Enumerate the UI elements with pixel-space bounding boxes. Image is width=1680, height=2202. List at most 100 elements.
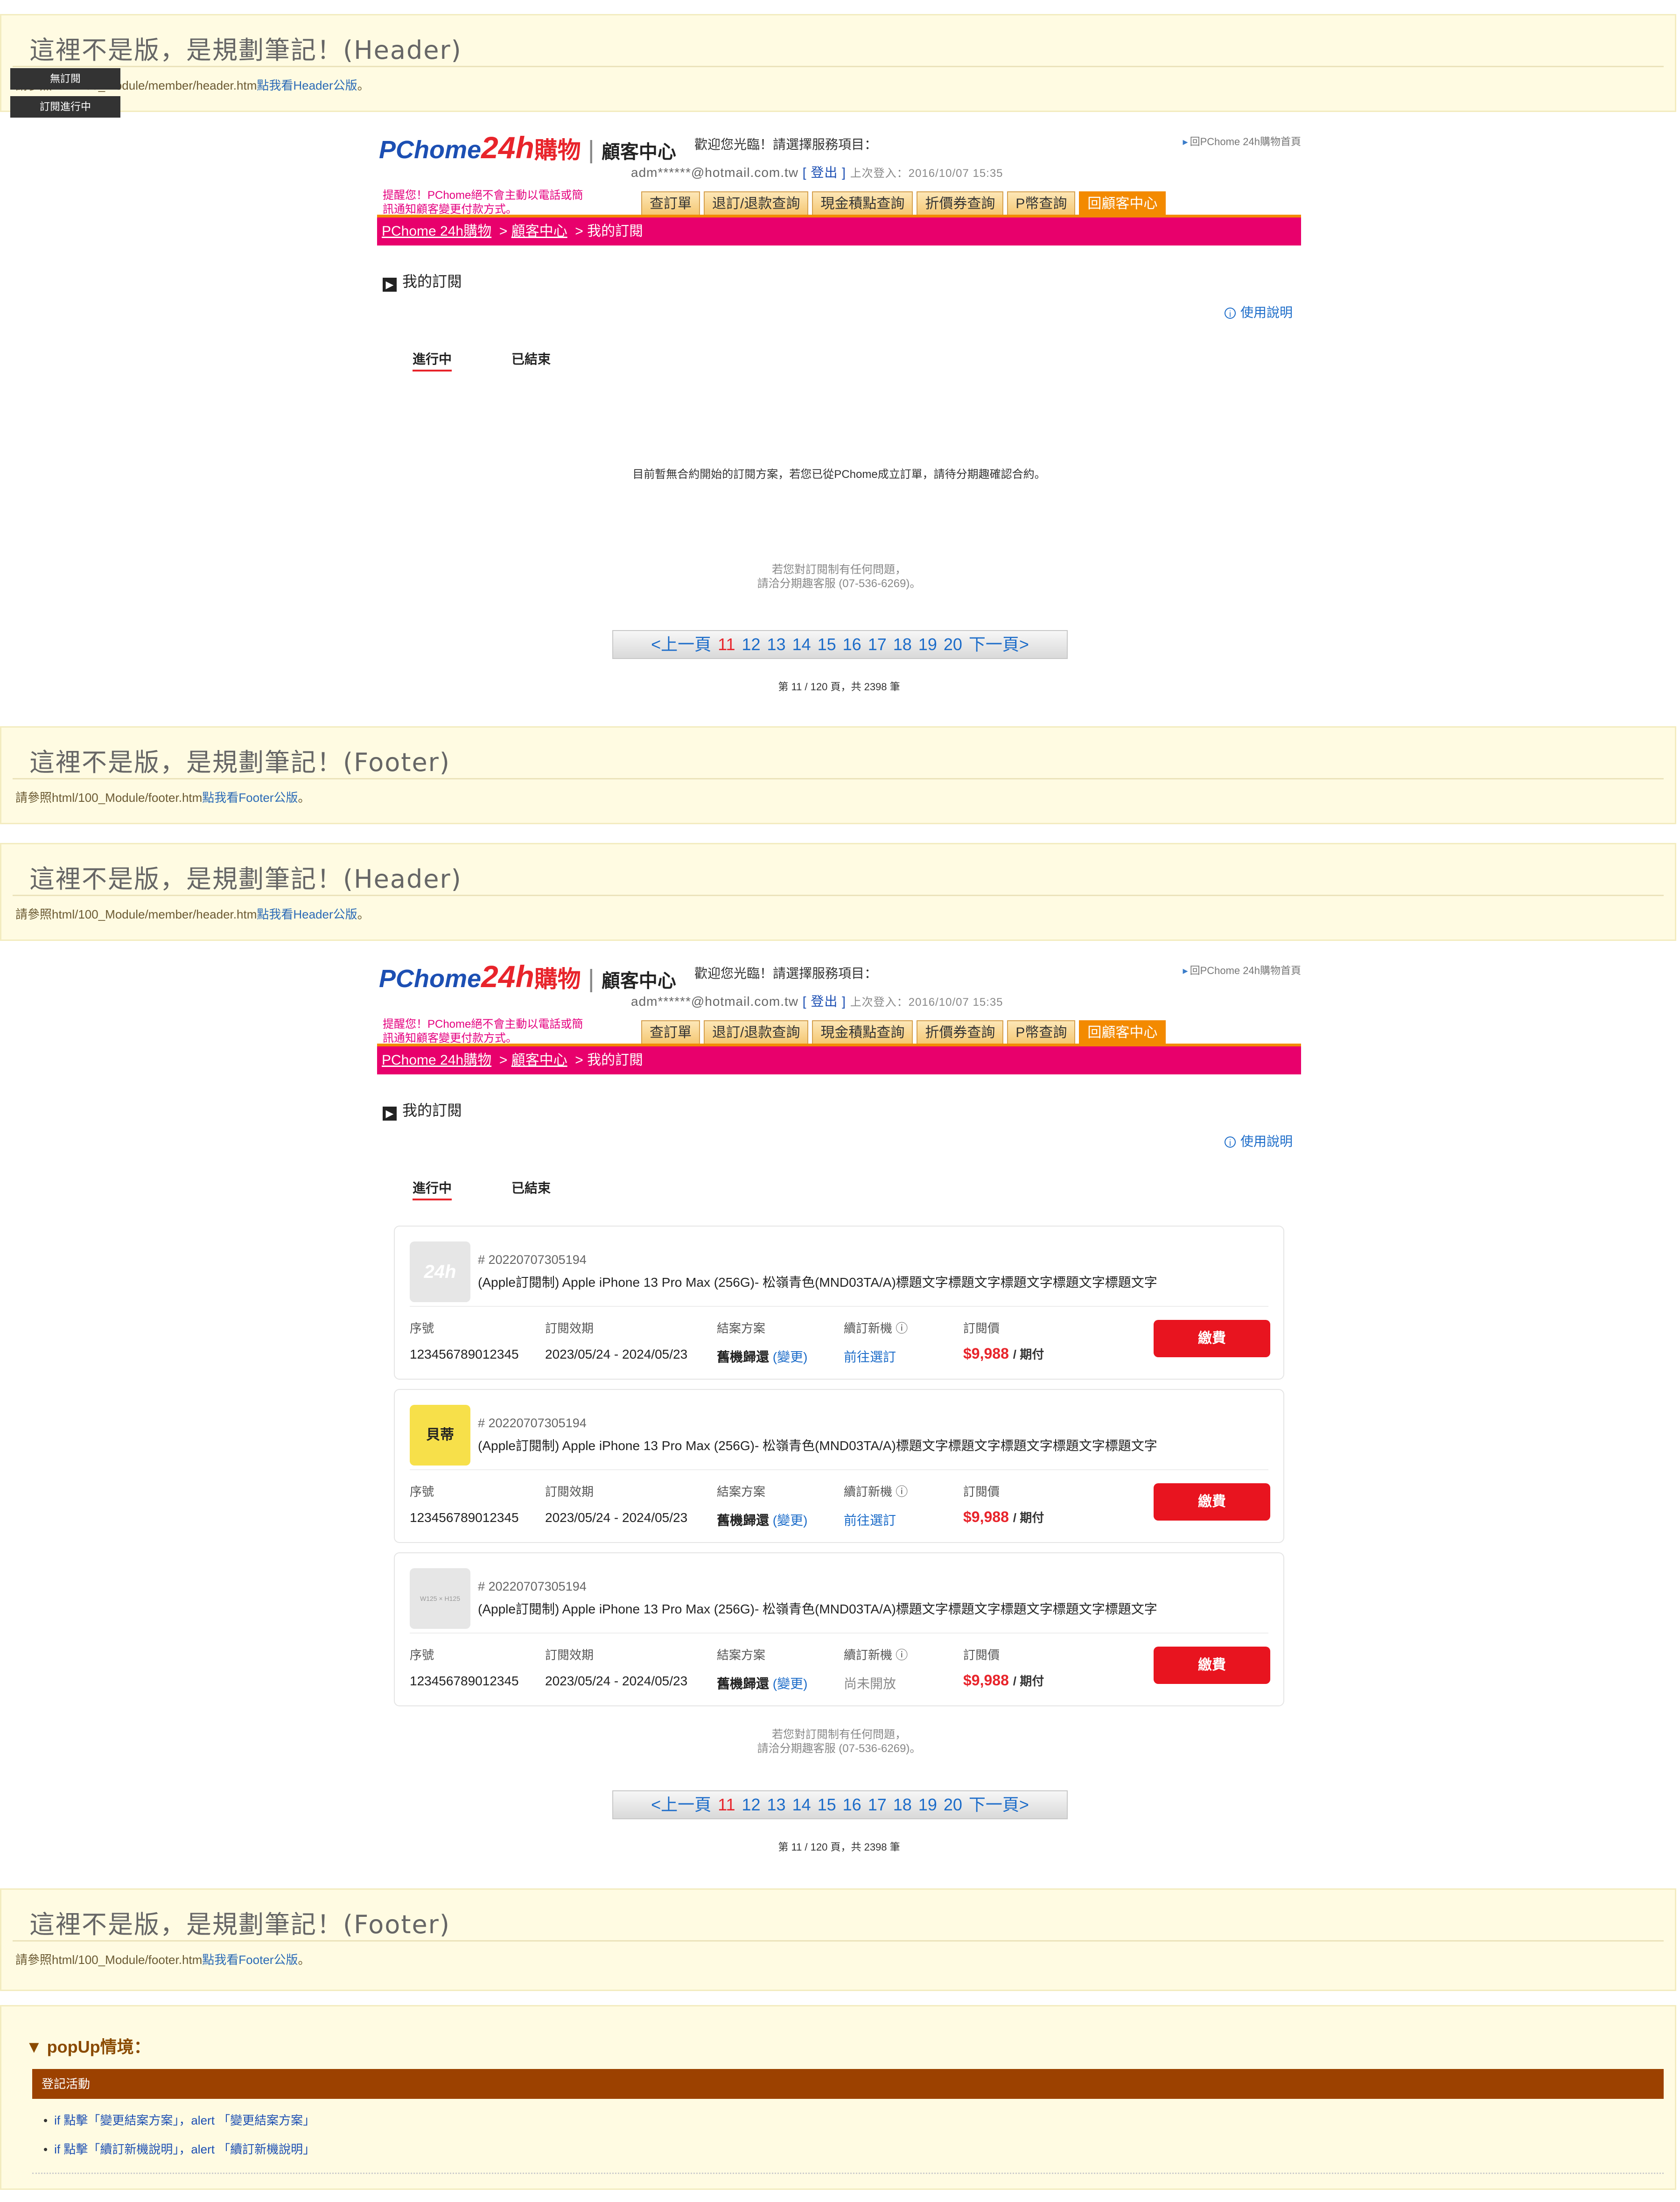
pager-page[interactable]: 16 [843,635,861,654]
divider [13,66,1664,67]
header-template-link[interactable]: 點我看Header公版 [257,78,357,92]
renew-link[interactable]: 前往選訂 [844,1513,896,1528]
pager-prev[interactable]: <上一頁 [651,1795,711,1814]
footer-template-link[interactable]: 點我看Footer公版 [202,791,298,805]
tab-pcoin[interactable]: P幣查詢 [1007,191,1076,215]
pay-button[interactable]: 繳費 [1154,1647,1270,1684]
pay-button[interactable]: 繳費 [1154,1483,1270,1521]
logout-link[interactable]: [ 登出 ] [803,994,846,1009]
popup-title[interactable]: ▼ popUp情境： [26,2034,151,2058]
planning-note-header: 這裡不是版，是規劃筆記！(Header) 請參照html/100_Module/… [0,843,1676,941]
tab-points[interactable]: 現金積點查詢 [812,191,913,215]
tab-refunds[interactable]: 退訂/退款查詢 [704,1020,809,1044]
tab-customer-center[interactable]: 回顧客中心 [1079,1020,1166,1044]
serial-value: 123456789012345 [410,1347,519,1361]
pager-page[interactable]: 14 [792,1795,811,1814]
popup-section-bar: 登記活動 [32,2069,1664,2099]
page-info: 第 11 / 120 頁，共 2398 筆 [778,681,900,693]
home-link[interactable]: 回PChome 24h購物首頁 [1183,133,1301,148]
label-plan: 結案方案 [717,1321,766,1335]
pager-page[interactable]: 12 [742,635,760,654]
product-thumbnail[interactable]: W125 × H125 [410,1568,470,1629]
pager-page[interactable]: 12 [742,1795,760,1814]
change-plan-link[interactable]: (變更) [773,1350,808,1364]
info-icon[interactable]: ⓘ [896,1321,908,1335]
home-link[interactable]: 回PChome 24h購物首頁 [1183,962,1301,977]
label-plan: 結案方案 [717,1648,766,1662]
planning-note-footer: 這裡不是版，是規劃筆記！(Footer) 請參照html/100_Module/… [0,726,1676,824]
breadcrumb-home[interactable]: PChome 24h購物 [382,1052,491,1068]
pager-page[interactable]: 16 [843,1795,861,1814]
help-link[interactable]: i 使用說明 [1224,302,1293,321]
product-name[interactable]: (Apple訂閱制) Apple iPhone 13 Pro Max (256G… [478,1272,1157,1291]
contact-info: 若您對訂閱制有任何問題， 請洽分期趣客服 (07-536-6269)。 [757,563,921,590]
pager-next[interactable]: 下一頁> [969,635,1029,654]
pchome-logo[interactable]: PChome24h購物 | 顧客中心 [379,959,676,994]
product-thumbnail[interactable]: 貝蒂 [410,1405,470,1466]
pager-page[interactable]: 13 [767,1795,786,1814]
pay-button[interactable]: 繳費 [1154,1320,1270,1357]
order-card: W125 × H125 # 20220707305194 (Apple訂閱制) … [394,1552,1284,1706]
empty-message: 目前暫無合約開始的訂閱方案，若您已從PChome成立訂單，請待分期趣確認合約。 [632,468,1046,481]
breadcrumb-center[interactable]: 顧客中心 [511,224,567,239]
info-icon[interactable]: ⓘ [896,1648,908,1662]
header-template-link[interactable]: 點我看Header公版 [257,907,357,921]
change-plan-link[interactable]: (變更) [773,1676,808,1691]
pager-page[interactable]: 13 [767,635,786,654]
pager-next[interactable]: 下一頁> [969,1795,1029,1814]
tab-refunds[interactable]: 退訂/退款查詢 [704,191,809,215]
pager-page[interactable]: 14 [792,635,811,654]
label-serial: 序號 [410,1321,434,1335]
pager-page[interactable]: 15 [818,1795,836,1814]
pager-page[interactable]: 18 [893,1795,912,1814]
pager-current[interactable]: 11 [718,635,735,654]
breadcrumb-center[interactable]: 顧客中心 [511,1052,567,1068]
popup-item[interactable]: if 點擊「續訂新機說明」，alert 「續訂新機說明」 [43,2140,315,2157]
pager-page[interactable]: 17 [868,1795,887,1814]
label-price: 訂閱價 [963,1648,1000,1662]
pager-page[interactable]: 17 [868,635,887,654]
tab-points[interactable]: 現金積點查詢 [812,1020,913,1044]
change-plan-link[interactable]: (變更) [773,1513,808,1528]
subtab-ended[interactable]: 已結束 [511,349,551,368]
arrow-icon: ▶ [383,1107,397,1121]
divider [410,1633,1268,1634]
renew-link[interactable]: 前往選訂 [844,1350,896,1364]
subtab-active[interactable]: 進行中 [413,1178,452,1200]
order-card: 24h # 20220707305194 (Apple訂閱制) Apple iP… [394,1226,1284,1380]
subtab-active[interactable]: 進行中 [413,349,452,372]
pchome-logo[interactable]: PChome24h購物 | 顧客中心 [379,130,676,165]
info-icon: i [1224,308,1236,319]
tab-coupons[interactable]: 折價券查詢 [917,191,1004,215]
pager-page[interactable]: 18 [893,635,912,654]
product-thumbnail[interactable]: 24h [410,1241,470,1302]
account-info: adm******@hotmail.com.tw [ 登出 ] 上次登入：201… [631,994,1003,1009]
tab-orders[interactable]: 查訂單 [641,191,700,215]
tab-orders[interactable]: 查訂單 [641,1020,700,1044]
help-link[interactable]: i 使用說明 [1224,1131,1293,1150]
tab-coupons[interactable]: 折價券查詢 [917,1020,1004,1044]
popup-item[interactable]: if 點擊「變更結案方案」，alert 「變更結案方案」 [43,2111,315,2128]
pager-page[interactable]: 19 [918,1795,937,1814]
pager-page[interactable]: 20 [944,635,962,654]
pager-page[interactable]: 20 [944,1795,962,1814]
toggle-subscription-active[interactable]: 訂閱進行中 [10,96,120,118]
plan-value: 舊機歸還 (變更) [717,1676,808,1691]
product-name[interactable]: (Apple訂閱制) Apple iPhone 13 Pro Max (256G… [478,1436,1157,1454]
breadcrumb-home[interactable]: PChome 24h購物 [382,224,491,239]
note-path: 請參照html/100_Module/member/header.htm點我看H… [15,907,370,921]
divider [32,2173,1664,2174]
pager-page[interactable]: 19 [918,635,937,654]
toggle-no-subscription[interactable]: 無訂閱 [10,68,120,90]
logout-link[interactable]: [ 登出 ] [803,165,846,180]
footer-template-link[interactable]: 點我看Footer公版 [202,1953,298,1967]
tab-customer-center[interactable]: 回顧客中心 [1079,191,1166,215]
tab-pcoin[interactable]: P幣查詢 [1007,1020,1076,1044]
subtab-ended[interactable]: 已結束 [511,1178,551,1197]
product-name[interactable]: (Apple訂閱制) Apple iPhone 13 Pro Max (256G… [478,1599,1157,1618]
pager-page[interactable]: 15 [818,635,836,654]
pager-current[interactable]: 11 [718,1795,735,1814]
label-serial: 序號 [410,1648,434,1662]
pager-prev[interactable]: <上一頁 [651,635,711,654]
info-icon[interactable]: ⓘ [896,1485,908,1499]
